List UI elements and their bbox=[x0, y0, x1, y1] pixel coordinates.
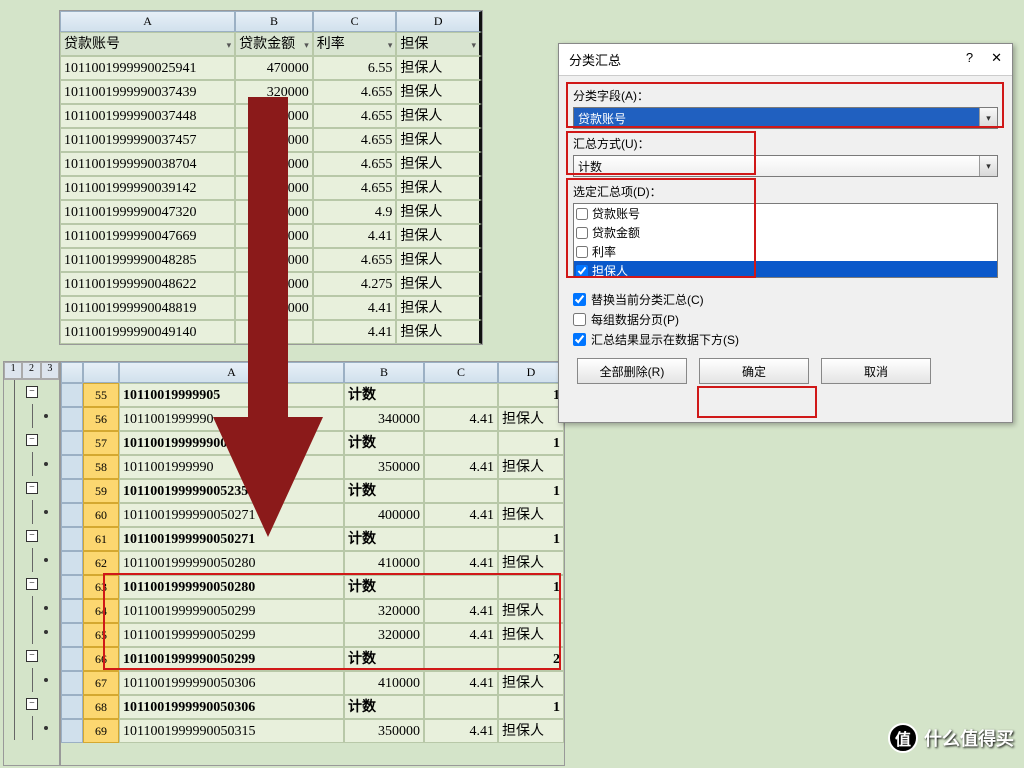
column-headers-bottom: A B C D bbox=[61, 362, 564, 383]
collapse-icon[interactable]: − bbox=[26, 698, 38, 710]
table-row[interactable]: 5610110019999903400004.41担保人 bbox=[61, 407, 564, 431]
collapse-icon[interactable]: − bbox=[26, 578, 38, 590]
filter-icon[interactable]: ▾ bbox=[227, 35, 232, 55]
table-row[interactable]: 6910110019999900503153500004.41担保人 bbox=[61, 719, 564, 743]
table-row[interactable]: 10110019999900374482800004.655担保人 bbox=[60, 104, 482, 128]
delete-all-button[interactable]: 全部删除(R) bbox=[577, 358, 687, 384]
collapse-icon[interactable]: − bbox=[26, 386, 38, 398]
ok-button[interactable]: 确定 bbox=[699, 358, 809, 384]
filter-icon[interactable]: ▾ bbox=[304, 35, 309, 55]
items-listbox[interactable]: 贷款账号 贷款金额 利率 担保人 bbox=[573, 203, 998, 278]
method-label: 汇总方式(U)： bbox=[573, 135, 998, 152]
watermark: 值 什么值得买 bbox=[888, 723, 1014, 753]
table-row[interactable]: 1011001999990047320000004.9担保人 bbox=[60, 200, 482, 224]
table-row[interactable]: 5510110019999905计数1 bbox=[61, 383, 564, 407]
collapse-icon[interactable]: − bbox=[26, 482, 38, 494]
table-row[interactable]: 5810110019999903500004.41担保人 bbox=[61, 455, 564, 479]
table-row[interactable]: 611011001999990050271计数1 bbox=[61, 527, 564, 551]
table-row[interactable]: 6710110019999900503064100004.41担保人 bbox=[61, 671, 564, 695]
table-row[interactable]: 1011001999990038704000004.655担保人 bbox=[60, 152, 482, 176]
chevron-down-icon[interactable]: ▾ bbox=[979, 156, 997, 176]
table-row[interactable]: 1011001999990039142000004.655担保人 bbox=[60, 176, 482, 200]
method-dropdown[interactable]: 计数 ▾ bbox=[573, 155, 998, 177]
dialog-title: 分类汇总 bbox=[569, 50, 621, 69]
help-icon[interactable]: ? bbox=[966, 50, 973, 69]
filter-icon[interactable]: ▾ bbox=[471, 35, 476, 55]
bottom-spreadsheet[interactable]: A B C D 5510110019999905计数15610110019999… bbox=[60, 361, 565, 766]
collapse-icon[interactable]: − bbox=[26, 530, 38, 542]
field-dropdown[interactable]: 贷款账号 ▾ bbox=[573, 107, 998, 129]
opt-below[interactable]: 汇总结果显示在数据下方(S) bbox=[573, 331, 998, 348]
collapse-icon[interactable]: − bbox=[26, 650, 38, 662]
hdr-loan-no[interactable]: 贷款账号▾ bbox=[60, 32, 235, 56]
colhdr-C[interactable]: C bbox=[313, 11, 397, 32]
cancel-button[interactable]: 取消 bbox=[821, 358, 931, 384]
table-row[interactable]: 101100199999004881900004.41担保人 bbox=[60, 296, 482, 320]
field-label: 分类字段(A)： bbox=[573, 87, 998, 104]
header-row: 贷款账号▾ 贷款金额▾ 利率▾ 担保▾ bbox=[60, 32, 482, 56]
table-row[interactable]: 59101100199999005235计数1 bbox=[61, 479, 564, 503]
table-row[interactable]: 1011001999990048285600004.655担保人 bbox=[60, 248, 482, 272]
table-row[interactable]: 10110019999900374393200004.655担保人 bbox=[60, 80, 482, 104]
outline-panel[interactable]: 1 2 3 − − − − − − − bbox=[3, 361, 60, 766]
table-row[interactable]: 5710110019999990026计数1 bbox=[61, 431, 564, 455]
close-icon[interactable]: ✕ bbox=[991, 50, 1002, 69]
table-row[interactable]: 1011001999990037457500004.655担保人 bbox=[60, 128, 482, 152]
table-row[interactable]: 10110019999900259414700006.55担保人 bbox=[60, 56, 482, 80]
hdr-amount[interactable]: 贷款金额▾ bbox=[235, 32, 313, 56]
item-amount[interactable]: 贷款金额 bbox=[574, 223, 997, 242]
table-row[interactable]: 6010110019999900502714000004.41担保人 bbox=[61, 503, 564, 527]
watermark-icon: 值 bbox=[888, 723, 918, 753]
hdr-rate[interactable]: 利率▾ bbox=[313, 32, 397, 56]
opt-paginate[interactable]: 每组数据分页(P) bbox=[573, 311, 998, 328]
dialog-title-bar: 分类汇总 ? ✕ bbox=[559, 44, 1012, 76]
table-row[interactable]: 631011001999990050280计数1 bbox=[61, 575, 564, 599]
subtotal-dialog: 分类汇总 ? ✕ 分类字段(A)： 贷款账号 ▾ 汇总方式(U)： 计数 ▾ 选… bbox=[558, 43, 1013, 423]
chevron-down-icon[interactable]: ▾ bbox=[979, 108, 997, 128]
table-row[interactable]: 6510110019999900502993200004.41担保人 bbox=[61, 623, 564, 647]
table-row[interactable]: 681011001999990050306计数1 bbox=[61, 695, 564, 719]
colhdr-A[interactable]: A bbox=[60, 11, 235, 32]
table-row[interactable]: 6210110019999900502804100004.41担保人 bbox=[61, 551, 564, 575]
colhdr-D[interactable]: D bbox=[396, 11, 482, 32]
items-label: 选定汇总项(D)： bbox=[573, 183, 998, 200]
column-headers-top: A B C D bbox=[60, 11, 482, 32]
colhdr-B[interactable]: B bbox=[235, 11, 313, 32]
collapse-icon[interactable]: − bbox=[26, 434, 38, 446]
item-guarantor[interactable]: 担保人 bbox=[574, 261, 997, 278]
table-row[interactable]: 6410110019999900502993200004.41担保人 bbox=[61, 599, 564, 623]
item-loan-no[interactable]: 贷款账号 bbox=[574, 204, 997, 223]
table-row[interactable]: 661011001999990050299计数2 bbox=[61, 647, 564, 671]
hdr-guarantor[interactable]: 担保▾ bbox=[396, 32, 482, 56]
opt-replace[interactable]: 替换当前分类汇总(C) bbox=[573, 291, 998, 308]
table-row[interactable]: 1011001999990048622000004.275担保人 bbox=[60, 272, 482, 296]
filter-icon[interactable]: ▾ bbox=[388, 35, 393, 55]
table-row[interactable]: 10110019999900491404.41担保人 bbox=[60, 320, 482, 344]
table-row[interactable]: 1011001999990047669000004.41担保人 bbox=[60, 224, 482, 248]
outline-levels[interactable]: 1 2 3 bbox=[4, 362, 59, 380]
item-rate[interactable]: 利率 bbox=[574, 242, 997, 261]
top-spreadsheet[interactable]: A B C D 贷款账号▾ 贷款金额▾ 利率▾ 担保▾ 101100199999… bbox=[59, 10, 483, 345]
